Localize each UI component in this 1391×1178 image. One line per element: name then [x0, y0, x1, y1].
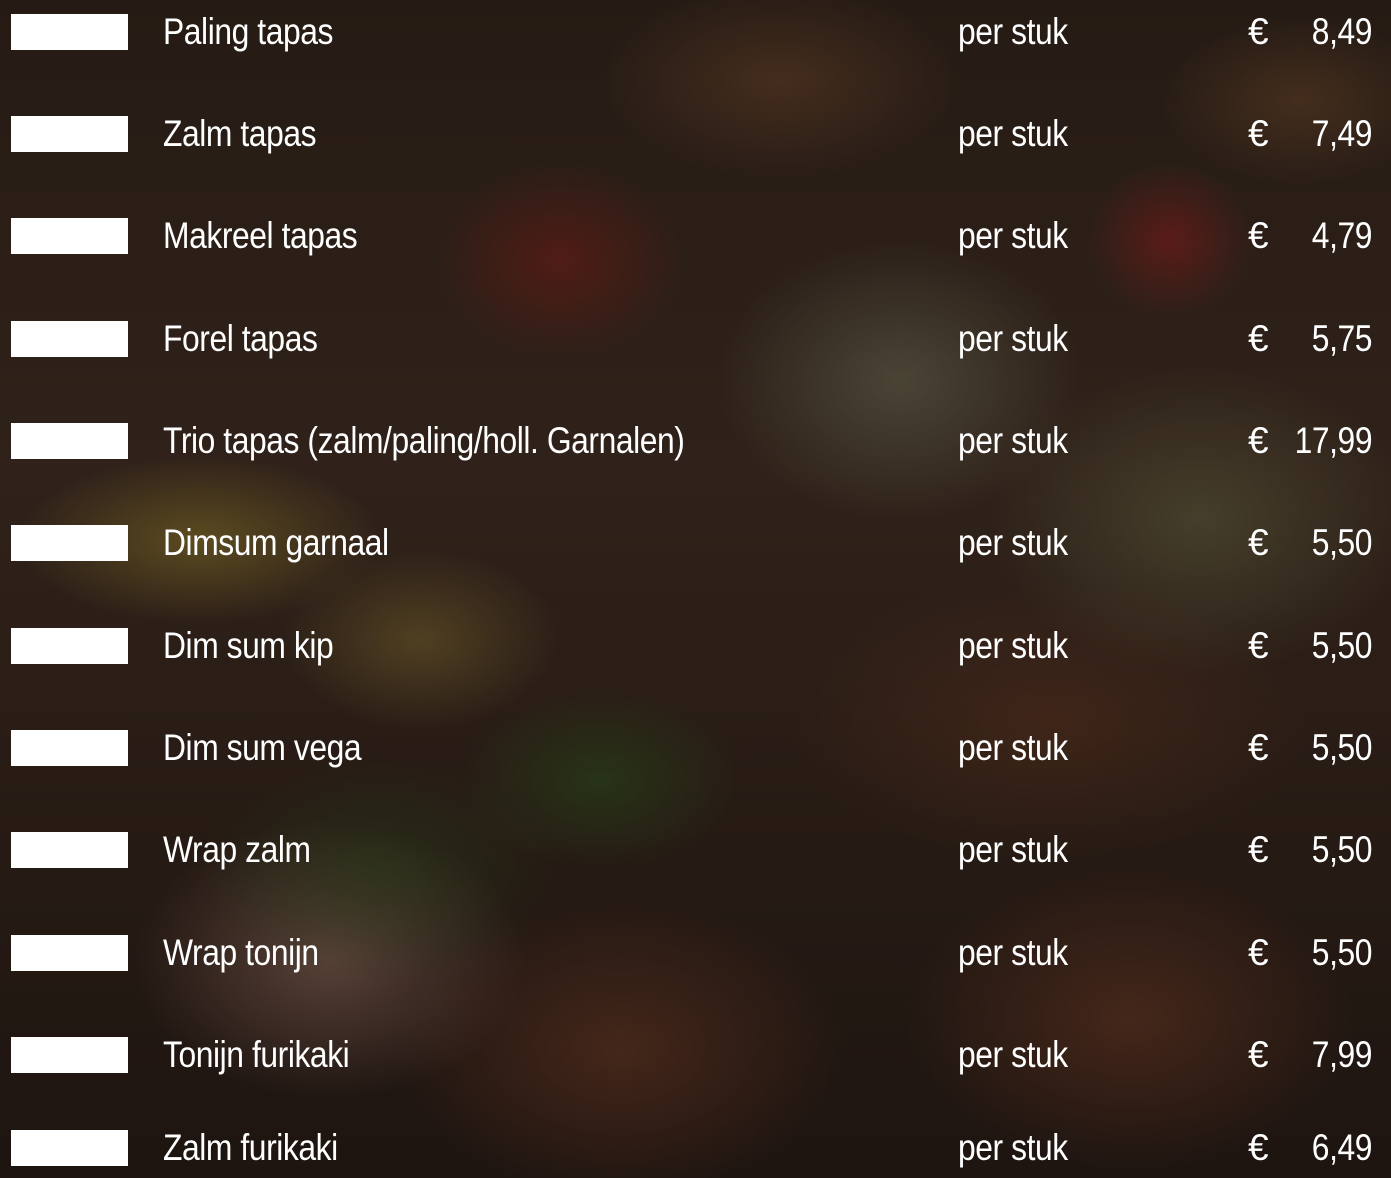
item-name: Forel tapas	[163, 318, 318, 359]
quantity-box[interactable]	[11, 1037, 128, 1073]
item-price: 17,99	[1294, 420, 1373, 461]
menu-row: Wrap tonijn per stuk € 5,50	[0, 923, 1391, 983]
item-unit: per stuk	[958, 727, 1068, 768]
quantity-box[interactable]	[11, 321, 128, 357]
item-name: Wrap tonijn	[163, 932, 319, 973]
quantity-box[interactable]	[11, 628, 128, 664]
item-name: Paling tapas	[163, 11, 333, 52]
quantity-box[interactable]	[11, 14, 128, 50]
menu-row: Dim sum vega per stuk € 5,50	[0, 718, 1391, 778]
currency-symbol: €	[1248, 1127, 1269, 1168]
item-price: 5,50	[1311, 522, 1373, 563]
menu-row: Dim sum kip per stuk € 5,50	[0, 616, 1391, 676]
menu-row: Tonijn furikaki per stuk € 7,99	[0, 1025, 1391, 1085]
currency-symbol: €	[1248, 113, 1269, 154]
currency-symbol: €	[1248, 829, 1269, 870]
item-price: 5,50	[1311, 625, 1373, 666]
menu-list: Paling tapas per stuk € 8,49 Zalm tapas …	[0, 0, 1391, 1178]
item-price: 6,49	[1311, 1127, 1373, 1168]
quantity-box[interactable]	[11, 730, 128, 766]
item-price: 5,50	[1311, 727, 1373, 768]
item-name: Makreel tapas	[163, 215, 358, 256]
menu-row: Wrap zalm per stuk € 5,50	[0, 820, 1391, 880]
item-unit: per stuk	[958, 11, 1068, 52]
item-unit: per stuk	[958, 215, 1068, 256]
item-name: Dimsum garnaal	[163, 522, 389, 563]
quantity-box[interactable]	[11, 832, 128, 868]
quantity-box[interactable]	[11, 116, 128, 152]
currency-symbol: €	[1248, 318, 1269, 359]
item-unit: per stuk	[958, 318, 1068, 359]
currency-symbol: €	[1248, 420, 1269, 461]
item-price: 7,49	[1311, 113, 1373, 154]
item-name: Dim sum kip	[163, 625, 334, 666]
item-name: Zalm furikaki	[163, 1127, 338, 1168]
currency-symbol: €	[1248, 932, 1269, 973]
quantity-box[interactable]	[11, 935, 128, 971]
item-name: Zalm tapas	[163, 113, 317, 154]
item-name: Wrap zalm	[163, 829, 311, 870]
item-price: 7,99	[1311, 1034, 1373, 1075]
menu-row: Trio tapas (zalm/paling/holl. Garnalen) …	[0, 411, 1391, 471]
menu-row: Zalm furikaki per stuk € 6,49	[0, 1118, 1391, 1178]
item-name: Dim sum vega	[163, 727, 362, 768]
currency-symbol: €	[1248, 11, 1269, 52]
menu-row: Paling tapas per stuk € 8,49	[0, 2, 1391, 62]
item-name: Tonijn furikaki	[163, 1034, 350, 1075]
item-unit: per stuk	[958, 932, 1068, 973]
currency-symbol: €	[1248, 625, 1269, 666]
item-unit: per stuk	[958, 113, 1068, 154]
quantity-box[interactable]	[11, 218, 128, 254]
item-unit: per stuk	[958, 1127, 1068, 1168]
currency-symbol: €	[1248, 215, 1269, 256]
item-name: Trio tapas (zalm/paling/holl. Garnalen)	[163, 420, 685, 461]
menu-row: Dimsum garnaal per stuk € 5,50	[0, 513, 1391, 573]
item-unit: per stuk	[958, 420, 1068, 461]
item-unit: per stuk	[958, 1034, 1068, 1075]
currency-symbol: €	[1248, 1034, 1269, 1075]
item-unit: per stuk	[958, 625, 1068, 666]
item-price: 4,79	[1311, 215, 1373, 256]
item-unit: per stuk	[958, 829, 1068, 870]
quantity-box[interactable]	[11, 423, 128, 459]
menu-row: Forel tapas per stuk € 5,75	[0, 309, 1391, 369]
item-price: 5,50	[1311, 829, 1373, 870]
quantity-box[interactable]	[11, 1130, 128, 1166]
quantity-box[interactable]	[11, 525, 128, 561]
currency-symbol: €	[1248, 727, 1269, 768]
item-price: 8,49	[1311, 11, 1373, 52]
currency-symbol: €	[1248, 522, 1269, 563]
menu-row: Zalm tapas per stuk € 7,49	[0, 104, 1391, 164]
item-price: 5,75	[1311, 318, 1373, 359]
menu-row: Makreel tapas per stuk € 4,79	[0, 206, 1391, 266]
item-price: 5,50	[1311, 932, 1373, 973]
item-unit: per stuk	[958, 522, 1068, 563]
